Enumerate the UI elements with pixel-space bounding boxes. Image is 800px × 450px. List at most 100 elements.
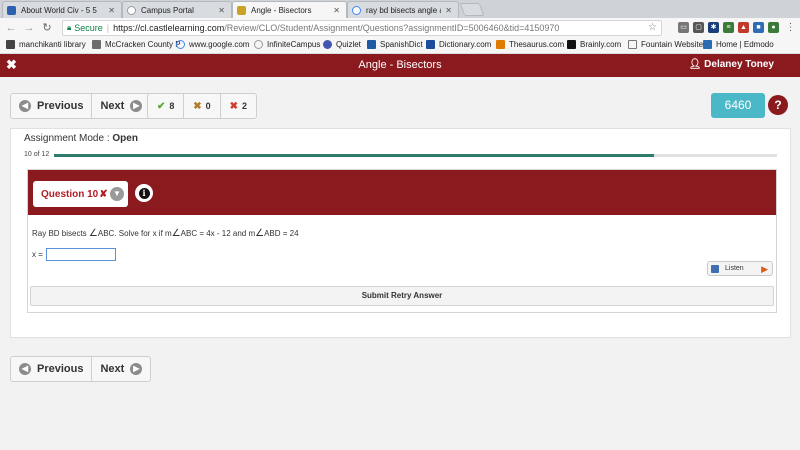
loading-favicon-icon xyxy=(127,5,136,15)
folder-icon xyxy=(6,40,15,49)
reload-icon[interactable]: ↻ xyxy=(40,21,54,35)
incorrect-count[interactable]: ✖ 2 xyxy=(219,94,256,118)
previous-button[interactable]: ◀ Previous xyxy=(11,94,91,118)
incorrect-count-value: 2 xyxy=(242,101,248,111)
user-name: Delaney Toney xyxy=(704,59,774,70)
page-icon xyxy=(628,40,637,49)
progress-fill xyxy=(54,154,655,157)
next-button[interactable]: Next ▶ xyxy=(91,357,150,381)
score-summary: ✔ 8 ✖ 0 ✖ 2 xyxy=(147,93,257,119)
spanishdict-icon xyxy=(367,40,376,49)
tab-title: About World Civ - 5 5 xyxy=(21,5,97,15)
extension-icon[interactable]: ≡ xyxy=(723,22,734,33)
bookmark-item[interactable]: McCracken County P xyxy=(92,40,181,49)
answer-input[interactable] xyxy=(45,248,116,261)
answer-row: x = xyxy=(32,248,116,261)
x-mark-icon: ✖ xyxy=(229,100,238,112)
menu-kebab-icon[interactable]: ⋮ xyxy=(785,22,796,33)
extension-icon[interactable]: ■ xyxy=(753,22,764,33)
bookmark-item[interactable]: Dictionary.com xyxy=(426,40,491,49)
chevron-left-icon: ◀ xyxy=(19,100,31,112)
address-bar[interactable]: 🔒︎ Secure | https://cl.castlelearning.co… xyxy=(62,20,662,36)
browser-tab-google-search[interactable]: ray bd bisects angle ab ✕ xyxy=(347,1,459,18)
back-arrow-icon[interactable]: ← xyxy=(4,21,18,35)
bookmark-star-icon[interactable]: ☆ xyxy=(648,22,657,33)
castle-learning-favicon-icon xyxy=(237,5,246,15)
forward-arrow-icon[interactable]: → xyxy=(22,21,36,35)
tab-title: Campus Portal xyxy=(141,5,194,15)
user-menu[interactable]: 👤︎ Delaney Toney xyxy=(689,59,774,70)
next-label: Next xyxy=(100,100,125,112)
progress-bar xyxy=(54,154,777,157)
screenshot-extension-icon[interactable]: ▢ xyxy=(693,22,704,33)
tab-close-icon[interactable]: ✕ xyxy=(333,6,340,15)
previous-label: Previous xyxy=(37,363,84,375)
partial-count-value: 0 xyxy=(205,101,211,111)
bookmark-label: Brainly.com xyxy=(580,40,622,49)
tab-close-icon[interactable]: ✕ xyxy=(108,6,115,15)
google-favicon-icon xyxy=(352,5,361,15)
question-text-part: ABD = 24 xyxy=(264,229,299,238)
assignment-id-badge: 6460 xyxy=(711,93,765,118)
thesaurus-icon xyxy=(496,40,505,49)
page-title: Angle - Bisectors xyxy=(358,59,442,71)
help-icon[interactable]: ? xyxy=(768,95,788,115)
correct-count-value: 8 xyxy=(169,101,175,111)
bookmark-item[interactable]: Quizlet xyxy=(323,40,361,49)
extension-icon[interactable]: ✱ xyxy=(708,22,719,33)
world-civ-favicon-icon xyxy=(7,5,16,15)
brainly-icon xyxy=(567,40,576,49)
bookmark-label: Thesaurus.com xyxy=(509,40,565,49)
question-text-part: ABC. Solve for x if m xyxy=(97,229,172,238)
angle-symbol: ∠ xyxy=(171,228,181,239)
mode-label: Assignment Mode : xyxy=(24,133,110,144)
question-header: Question 10 ✘ ▼ i xyxy=(28,170,776,215)
new-tab-button[interactable] xyxy=(459,3,485,16)
extension-icon[interactable]: ▲ xyxy=(738,22,749,33)
browser-tab-strip: About World Civ - 5 5 ✕ Campus Portal ✕ … xyxy=(0,0,800,18)
tab-close-icon[interactable]: ✕ xyxy=(445,6,452,15)
bookmark-item[interactable]: www.google.com xyxy=(176,40,249,49)
tab-title: ray bd bisects angle ab xyxy=(366,5,442,15)
bookmark-label: InfiniteCampus xyxy=(267,40,321,49)
angle-symbol: ∠ xyxy=(88,228,98,239)
top-pager: ◀ Previous Next ▶ xyxy=(10,93,152,119)
bookmark-item[interactable]: Thesaurus.com xyxy=(496,40,564,49)
correct-count[interactable]: ✔ 8 xyxy=(148,94,183,118)
bookmark-item[interactable]: InfiniteCampus xyxy=(254,40,320,49)
quizlet-icon xyxy=(323,40,332,49)
submit-retry-button[interactable]: Submit Retry Answer xyxy=(30,286,774,306)
next-button[interactable]: Next ▶ xyxy=(91,94,150,118)
partial-count[interactable]: ✖ 0 xyxy=(183,94,219,118)
bookmark-item[interactable]: SpanishDict xyxy=(367,40,423,49)
browser-tab-campus-portal[interactable]: Campus Portal ✕ xyxy=(122,1,232,18)
question-card: Question 10 ✘ ▼ i Ray BD bisects ∠ABC. S… xyxy=(27,169,777,313)
bookmark-item[interactable]: Brainly.com xyxy=(567,40,621,49)
listen-label: Listen xyxy=(725,265,744,272)
bookmark-item[interactable]: Fountain Website xyxy=(628,40,703,49)
browser-tab-world-civ[interactable]: About World Civ - 5 5 ✕ xyxy=(2,1,122,18)
bookmark-item[interactable]: Home | Edmodo xyxy=(703,40,774,49)
mode-value: Open xyxy=(112,133,138,144)
answer-label: x = xyxy=(32,250,43,259)
bookmark-label: SpanishDict xyxy=(380,40,423,49)
assignment-mode: Assignment Mode : Open xyxy=(24,133,138,144)
app-header: ✖ Angle - Bisectors 👤︎ Delaney Toney xyxy=(0,54,800,77)
extension-icon[interactable]: ● xyxy=(768,22,779,33)
bookmark-item[interactable]: manchikanti library xyxy=(6,40,86,49)
cast-icon[interactable]: ▭ xyxy=(678,22,689,33)
bookmark-favicon-icon xyxy=(92,40,101,49)
lock-icon: 🔒︎ xyxy=(67,23,72,32)
bottom-pager: ◀ Previous Next ▶ xyxy=(10,356,152,382)
user-icon: 👤︎ xyxy=(688,59,702,70)
chevron-right-icon: ▶ xyxy=(130,100,143,112)
incorrect-mark-icon: ✘ xyxy=(99,188,108,200)
chevron-right-icon: ▶ xyxy=(130,363,143,375)
browser-tab-angle-bisectors[interactable]: Angle - Bisectors ✕ xyxy=(232,1,347,18)
question-selector[interactable]: Question 10 ✘ ▼ xyxy=(33,181,128,207)
tab-close-icon[interactable]: ✕ xyxy=(218,6,225,15)
info-button[interactable]: i xyxy=(135,184,153,202)
info-icon: i xyxy=(138,188,150,200)
previous-button[interactable]: ◀ Previous xyxy=(11,357,91,381)
listen-button[interactable]: Listen ▶ xyxy=(707,261,773,276)
